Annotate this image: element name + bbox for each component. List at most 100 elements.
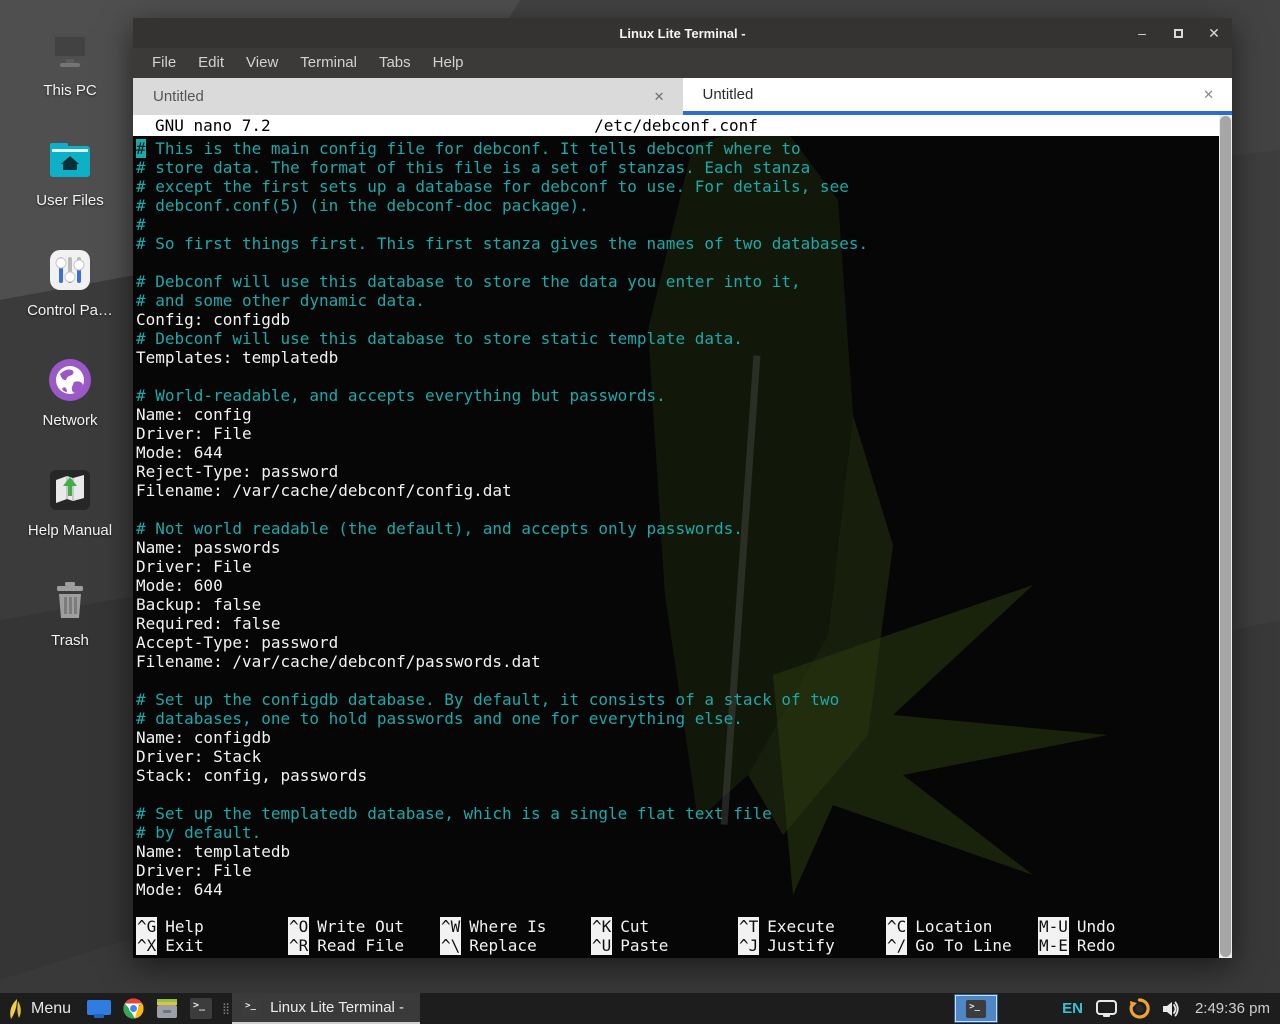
editor-line: Filename: /var/cache/debconf/config.dat (136, 481, 1219, 500)
terminal-screen[interactable]: GNU nano 7.2 /etc/debconf.conf # This is… (133, 115, 1219, 958)
editor-text: # This is the main config file for debco… (136, 139, 1219, 899)
volume-icon[interactable] (1162, 1000, 1181, 1018)
this-pc-icon (46, 26, 94, 74)
menubar: FileEditViewTerminalTabsHelp (133, 48, 1232, 78)
shortcut-label: Location (915, 917, 992, 936)
desktop-icon-this-pc[interactable]: This PC (14, 26, 126, 99)
shortcut-label: Go To Line (915, 936, 1011, 955)
desktop-icon-user-files[interactable]: User Files (14, 136, 126, 209)
terminal-window: Linux Lite Terminal - – ✕ FileEditViewTe… (133, 18, 1232, 958)
editor-line: Mode: 644 (136, 880, 1219, 899)
nano-shortcut-execute: ^TExecute (738, 917, 886, 936)
menu-item-help[interactable]: Help (422, 48, 475, 78)
keyboard-layout-indicator[interactable]: EN (1062, 1000, 1083, 1017)
tab-close-icon[interactable]: ✕ (1203, 87, 1214, 103)
desktop-icon-label: Help Manual (14, 522, 126, 539)
editor-line: # Set up the configdb database. By defau… (136, 690, 1219, 709)
control-panel-icon (46, 246, 94, 294)
nano-shortcut-redo: M-E Redo (1038, 936, 1219, 955)
shortcut-label: Redo (1077, 936, 1116, 955)
text-cursor: # (136, 139, 146, 158)
editor-line: Config: configdb (136, 310, 1219, 329)
editor-line: # databases, one to hold passwords and o… (136, 709, 1219, 728)
display-settings-icon[interactable] (1096, 1000, 1117, 1018)
taskbar: Menu >_ ⣿ >_ Linux Lite Terminal - >_ (0, 993, 1280, 1024)
scrollbar[interactable] (1219, 115, 1232, 958)
show-desktop-icon[interactable] (87, 1000, 111, 1018)
linuxlite-menu-icon[interactable] (8, 998, 25, 1020)
editor-line: # debconf.conf(5) (in the debconf-doc pa… (136, 196, 1219, 215)
tab-label: Untitled (703, 86, 754, 103)
shortcut-key: M-U (1038, 917, 1069, 936)
nano-shortcut-bar: ^GHelp^OWrite Out^WWhere Is^KCut^TExecut… (136, 917, 1219, 955)
nano-shortcut-go-to-line: ^/ Go To Line (886, 936, 1038, 955)
shortcut-label: Justify (767, 936, 834, 955)
desktop-icon-help-manual[interactable]: Help Manual (14, 466, 126, 539)
editor-line: Name: config (136, 405, 1219, 424)
desktop-icon-label: User Files (14, 192, 126, 209)
window-title: Linux Lite Terminal - (133, 26, 1232, 41)
editor-line: Required: false (136, 614, 1219, 633)
menu-item-tabs[interactable]: Tabs (368, 48, 422, 78)
editor-line: # Not world readable (the default), and … (136, 519, 1219, 538)
update-notifier-icon[interactable] (1129, 998, 1150, 1019)
clock[interactable]: 2:49:36 pm (1195, 1000, 1270, 1017)
tabbar: Untitled ✕ Untitled ✕ (133, 78, 1232, 115)
shortcut-label: Help (165, 917, 204, 936)
task-button-terminal[interactable]: >_ Linux Lite Terminal - (232, 993, 420, 1024)
nano-shortcut-cut: ^KCut (591, 917, 738, 936)
terminal-launcher-icon[interactable]: >_ (190, 998, 212, 1019)
panel-handle[interactable]: ⣿ (222, 1004, 228, 1014)
nano-shortcut-exit: ^XExit (136, 936, 288, 955)
tab-untitled-1[interactable]: Untitled ✕ (133, 78, 683, 115)
task-button-label: Linux Lite Terminal - (270, 999, 404, 1016)
shortcut-label: Undo (1077, 917, 1116, 936)
shortcut-key: ^J (738, 936, 759, 955)
scrollbar-thumb[interactable] (1220, 116, 1231, 957)
titlebar[interactable]: Linux Lite Terminal - – ✕ (133, 18, 1232, 48)
network-globe-icon (46, 356, 94, 404)
shortcut-label: Read File (317, 936, 404, 955)
editor-line (136, 253, 1219, 272)
menu-item-edit[interactable]: Edit (187, 48, 235, 78)
editor-line: Driver: File (136, 861, 1219, 880)
editor-line: Driver: File (136, 424, 1219, 443)
nano-shortcut-location: ^C Location (886, 917, 1038, 936)
minimize-button[interactable]: – (1134, 18, 1150, 48)
tab-close-icon[interactable]: ✕ (654, 89, 665, 105)
maximize-button[interactable] (1170, 18, 1186, 48)
terminal-icon: >_ (966, 1000, 986, 1018)
nano-shortcut-paste: ^UPaste (591, 936, 738, 955)
editor-line (136, 500, 1219, 519)
file-manager-icon[interactable] (156, 998, 178, 1019)
desktop-icon-trash[interactable]: Trash (14, 576, 126, 649)
shortcut-key: ^W (440, 917, 461, 936)
desktop-icon-label: Control Pa… (14, 302, 126, 319)
nano-file-path: /etc/debconf.conf (133, 115, 1219, 136)
editor-line: # by default. (136, 823, 1219, 842)
shortcut-key: ^C (886, 917, 907, 936)
desktop-icon-network[interactable]: Network (14, 356, 126, 429)
tab-untitled-2[interactable]: Untitled ✕ (683, 78, 1233, 115)
nano-shortcut-help: ^GHelp (136, 917, 288, 936)
shortcut-key: ^R (288, 936, 309, 955)
shortcut-key: ^/ (886, 936, 907, 955)
shortcut-label: Exit (165, 936, 204, 955)
menu-item-view[interactable]: View (235, 48, 289, 78)
shortcut-key: M-E (1038, 936, 1069, 955)
desktop-icon-label: Network (14, 412, 126, 429)
editor-line: Filename: /var/cache/debconf/passwords.d… (136, 652, 1219, 671)
menu-button[interactable]: Menu (31, 1000, 71, 1018)
nano-shortcut-replace: ^\Replace (440, 936, 591, 955)
editor-line: Stack: config, passwords (136, 766, 1219, 785)
tray-terminal-icon[interactable]: >_ (955, 995, 997, 1022)
shortcut-key: ^K (591, 917, 612, 936)
desktop-icon-control-panel[interactable]: Control Pa… (14, 246, 126, 319)
menu-item-terminal[interactable]: Terminal (289, 48, 368, 78)
shortcut-label: Where Is (469, 917, 546, 936)
chrome-icon[interactable] (123, 998, 144, 1019)
menu-item-file[interactable]: File (141, 48, 187, 78)
user-files-icon (46, 136, 94, 184)
editor-line: Accept-Type: password (136, 633, 1219, 652)
close-button[interactable]: ✕ (1206, 18, 1222, 48)
